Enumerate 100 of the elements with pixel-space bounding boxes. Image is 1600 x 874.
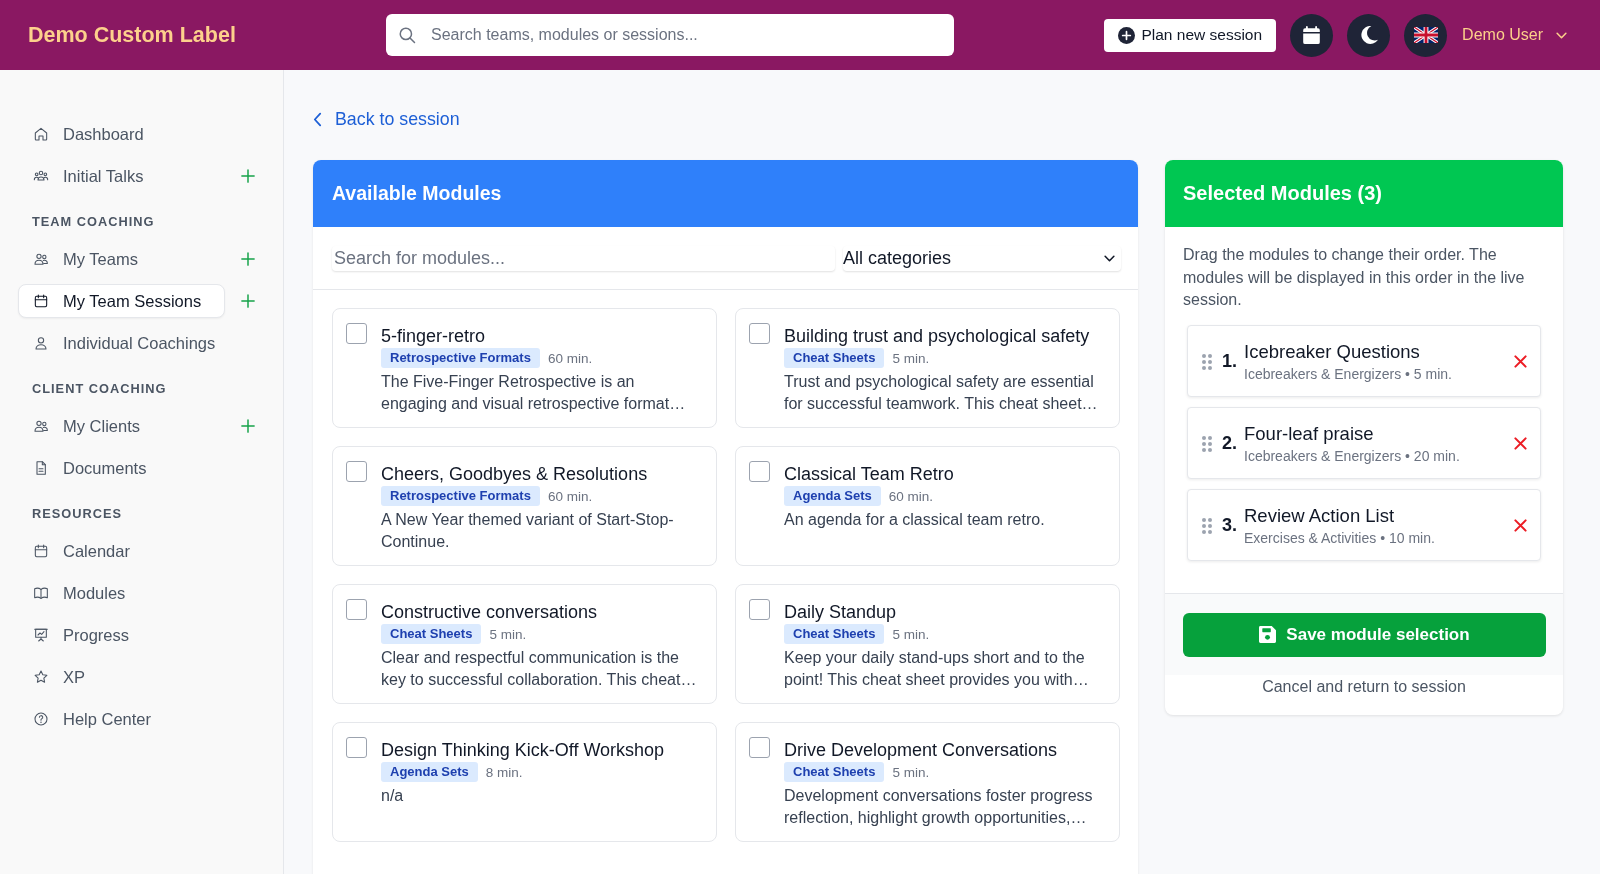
panel-title: Available Modules — [332, 182, 502, 205]
sidebar-item[interactable]: My Teams — [18, 242, 225, 276]
module-description: A New Year themed variant of Start-Stop-Continue. — [381, 510, 675, 552]
sidebar-item[interactable]: My Team Sessions — [18, 284, 225, 318]
module-meta: Icebreakers & Energizers • 5 min. — [1244, 364, 1453, 383]
plus-icon — [1118, 26, 1136, 44]
checkbox[interactable] — [346, 461, 367, 482]
plan-session-button[interactable]: Plan new session — [1104, 18, 1277, 52]
duration-text: 5 min. — [892, 764, 930, 780]
calendar-icon — [33, 543, 49, 559]
chevron-left-icon — [313, 112, 322, 127]
close-icon — [1514, 437, 1527, 450]
chevron-down-icon — [1556, 31, 1567, 39]
checkbox[interactable] — [749, 323, 770, 344]
module-title: 5-finger-retro — [381, 325, 487, 347]
people-group-icon — [33, 168, 49, 184]
category-badge: Cheat Sheets — [784, 762, 885, 782]
category-badge: Cheat Sheets — [784, 348, 885, 368]
add-button[interactable] — [241, 252, 255, 266]
calendar-icon — [1303, 26, 1321, 44]
user-menu-button[interactable]: Demo User — [1462, 26, 1567, 44]
duration-text: 5 min. — [892, 626, 930, 642]
selected-module-item[interactable]: 1. Icebreaker Questions Icebreakers & Energizers • 5 min. — [1187, 324, 1541, 397]
category-badge: Agenda Sets — [784, 486, 881, 506]
duration-text: 60 min. — [547, 350, 593, 366]
sidebar-item[interactable]: Individual Coachings — [18, 326, 225, 360]
module-title: Classical Team Retro — [784, 463, 955, 485]
plus-icon — [241, 419, 255, 433]
sidebar-item[interactable]: Modules — [18, 576, 225, 610]
add-button[interactable] — [241, 419, 255, 433]
item-number: 1. — [1222, 351, 1238, 372]
remove-button[interactable] — [1514, 355, 1527, 368]
language-button[interactable] — [1404, 13, 1448, 57]
theme-toggle-button[interactable] — [1347, 13, 1391, 57]
remove-button[interactable] — [1514, 519, 1527, 532]
add-button[interactable] — [241, 294, 255, 308]
module-description: Trust and psychological safety are essential for successful teamwork. This cheat sheet… — [784, 372, 1099, 414]
section-heading: TEAM COACHING — [32, 213, 155, 230]
close-icon — [1514, 519, 1527, 532]
sidebar-item[interactable]: Calendar — [18, 534, 225, 568]
drag-handle-icon[interactable] — [1202, 353, 1212, 370]
people-icon — [33, 251, 49, 267]
sidebar-item[interactable]: Documents — [18, 451, 225, 485]
module-title: Constructive conversations — [381, 601, 599, 623]
remove-button[interactable] — [1514, 437, 1527, 450]
calendar-button[interactable] — [1290, 13, 1334, 57]
module-meta: Exercises & Activities • 10 min. — [1244, 528, 1436, 547]
logo-text[interactable]: Demo Custom Label — [28, 22, 236, 47]
module-description: n/a — [381, 786, 405, 806]
module-title: Cheers, Goodbyes & Resolutions — [381, 463, 649, 485]
plus-icon — [241, 252, 255, 266]
document-icon — [33, 460, 49, 476]
moon-icon — [1359, 26, 1378, 44]
search-icon — [398, 26, 416, 44]
sidebar-item[interactable]: Progress — [18, 618, 225, 652]
sidebar-item[interactable]: Dashboard — [18, 117, 225, 151]
search-field[interactable]: Search teams, modules or sessions... — [386, 14, 954, 56]
module-title: Drive Development Conversations — [784, 739, 1059, 761]
selected-module-item[interactable]: 2. Four-leaf praise Icebreakers & Energizers • 20 min. — [1187, 406, 1541, 479]
category-badge: Cheat Sheets — [381, 624, 482, 644]
back-link[interactable]: Back to session — [313, 109, 460, 130]
checkbox[interactable] — [346, 599, 367, 620]
section-heading: RESOURCES — [32, 505, 123, 522]
category-badge: Cheat Sheets — [784, 624, 885, 644]
search-field[interactable]: Search for modules... — [332, 246, 835, 271]
selected-module-item[interactable]: 3. Review Action List Exercises & Activities • 10 min. — [1187, 488, 1541, 561]
duration-text: 60 min. — [888, 488, 934, 504]
drag-handle-icon[interactable] — [1202, 517, 1212, 534]
home-icon — [33, 126, 49, 142]
sidebar-item[interactable]: Help Center — [18, 702, 225, 736]
duration-text: 60 min. — [547, 488, 593, 504]
sidebar-item[interactable]: Initial Talks — [18, 159, 225, 193]
category-badge: Retrospective Formats — [381, 486, 540, 506]
checkbox[interactable] — [346, 737, 367, 758]
module-description: Keep your daily stand-ups short and to the point! This cheat sheet provides you with… — [784, 648, 1090, 690]
category-dropdown[interactable]: All categories — [843, 246, 1121, 271]
help-icon — [33, 711, 49, 727]
duration-text: 8 min. — [485, 764, 523, 780]
module-title: Icebreaker Questions — [1244, 340, 1421, 363]
calendar-icon — [33, 293, 49, 309]
module-description: Development conversations foster progress reflection, highlight growth opportunities,… — [784, 786, 1094, 828]
people-icon — [33, 418, 49, 434]
close-icon — [1514, 355, 1527, 368]
checkbox[interactable] — [346, 323, 367, 344]
cancel-link[interactable]: Cancel and return to session — [1262, 677, 1466, 695]
checkbox[interactable] — [749, 737, 770, 758]
category-badge: Retrospective Formats — [381, 348, 540, 368]
module-title: Building trust and psychological safety — [784, 325, 1091, 347]
sidebar-item[interactable]: My Clients — [18, 409, 225, 443]
module-title: Review Action List — [1244, 504, 1396, 527]
save-icon — [1259, 626, 1277, 643]
checkbox[interactable] — [749, 461, 770, 482]
person-icon — [33, 335, 49, 351]
duration-text: 5 min. — [892, 350, 930, 366]
add-button[interactable] — [241, 169, 255, 183]
module-title: Four-leaf praise — [1244, 422, 1375, 445]
sidebar-item[interactable]: XP — [18, 660, 225, 694]
plus-icon — [241, 169, 255, 183]
drag-handle-icon[interactable] — [1202, 435, 1212, 452]
checkbox[interactable] — [749, 599, 770, 620]
